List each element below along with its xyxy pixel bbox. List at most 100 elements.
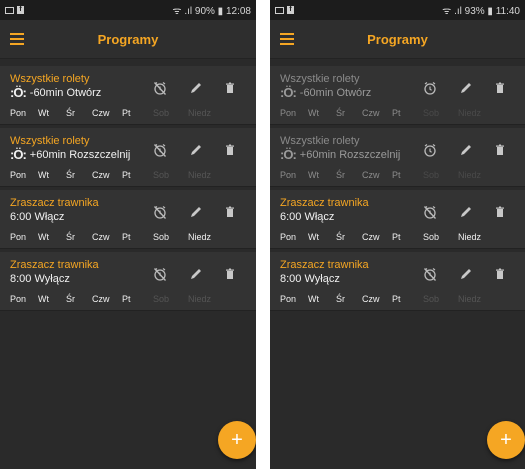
day-label: Sob bbox=[153, 170, 170, 180]
delete-trash-icon[interactable] bbox=[222, 80, 238, 96]
alarm-toggle-icon[interactable] bbox=[422, 80, 438, 96]
alarm-toggle-icon[interactable] bbox=[422, 142, 438, 158]
program-title: Zraszacz trawnika bbox=[10, 197, 99, 209]
program-card[interactable]: Zraszacz trawnika 8:00 Wyłącz Pon Wt Śr Czw Pt… bbox=[270, 252, 525, 311]
program-action-label: 6:00 Włącz bbox=[280, 211, 335, 223]
program-title: Wszystkie rolety bbox=[280, 73, 360, 85]
program-title: Zraszacz trawnika bbox=[10, 259, 99, 271]
day-label: Wt bbox=[308, 108, 319, 118]
day-label: Sob bbox=[153, 294, 170, 304]
program-action-label: 8:00 Wyłącz bbox=[280, 273, 340, 285]
day-label: Wt bbox=[38, 232, 49, 242]
status-bar: f ᯤ .ıl 93% ▮ 11:40 bbox=[270, 0, 525, 20]
edit-pencil-icon[interactable] bbox=[188, 142, 204, 158]
alarm-toggle-icon[interactable] bbox=[152, 204, 168, 220]
day-label: Czw bbox=[92, 108, 110, 118]
day-label: Czw bbox=[92, 294, 110, 304]
day-label: Pt bbox=[392, 294, 401, 304]
program-action: 6:00 Włącz bbox=[10, 211, 64, 223]
status-bar: f ᯤ .ıl 90% ▮ 12:08 bbox=[0, 0, 256, 20]
day-label: Czw bbox=[92, 170, 110, 180]
page-title: Programy bbox=[97, 31, 159, 47]
day-label: Pon bbox=[280, 232, 297, 242]
app-bar: Programy bbox=[0, 20, 256, 59]
edit-pencil-icon[interactable] bbox=[458, 80, 474, 96]
delete-trash-icon[interactable] bbox=[492, 142, 508, 158]
menu-icon[interactable] bbox=[10, 33, 24, 48]
add-program-button[interactable]: + bbox=[487, 421, 525, 459]
program-title: Zraszacz trawnika bbox=[280, 259, 369, 271]
day-label: Sob bbox=[423, 294, 440, 304]
delete-trash-icon[interactable] bbox=[222, 266, 238, 282]
weekday-row: Pon Wt Śr Czw Pt Sob Niedz bbox=[280, 108, 517, 120]
phone-screen-right: f ᯤ .ıl 93% ▮ 11:40 Programy Wszystkie r… bbox=[270, 0, 525, 469]
edit-pencil-icon[interactable] bbox=[458, 204, 474, 220]
weekday-row: Pon Wt Śr Czw Pt Sob Niedz bbox=[280, 232, 517, 244]
program-title: Wszystkie rolety bbox=[10, 135, 90, 147]
day-label: Czw bbox=[92, 232, 110, 242]
day-label: Niedz bbox=[458, 294, 482, 304]
program-action-label: -60min Otwórz bbox=[299, 87, 372, 99]
alarm-toggle-icon[interactable] bbox=[152, 142, 168, 158]
program-card[interactable]: Wszystkie rolety:Ö: -60min Otwórz Pon Wt Śr C… bbox=[0, 66, 256, 125]
program-card[interactable]: Wszystkie rolety:Ö: +60min Rozszczelnij Po… bbox=[0, 128, 256, 187]
edit-pencil-icon[interactable] bbox=[188, 204, 204, 220]
day-label: Czw bbox=[362, 232, 380, 242]
delete-trash-icon[interactable] bbox=[492, 204, 508, 220]
day-label: Pon bbox=[10, 170, 27, 180]
day-label: Pt bbox=[122, 294, 131, 304]
day-label: Pt bbox=[122, 170, 131, 180]
delete-trash-icon[interactable] bbox=[492, 266, 508, 282]
day-label: Pt bbox=[392, 108, 401, 118]
program-card[interactable]: Zraszacz trawnika 6:00 Włącz Pon Wt Śr Czw Pt S… bbox=[270, 190, 525, 249]
weekday-row: Pon Wt Śr Czw Pt Sob Niedz bbox=[10, 108, 248, 120]
day-label: Wt bbox=[38, 294, 49, 304]
delete-trash-icon[interactable] bbox=[492, 80, 508, 96]
day-label: Niedz bbox=[188, 294, 212, 304]
menu-icon[interactable] bbox=[280, 33, 294, 48]
day-label: Pt bbox=[392, 232, 401, 242]
day-label: Wt bbox=[308, 170, 319, 180]
program-action-label: 6:00 Włącz bbox=[10, 211, 65, 223]
delete-trash-icon[interactable] bbox=[222, 204, 238, 220]
program-card[interactable]: Wszystkie rolety:Ö: -60min Otwórz Pon Wt Śr C… bbox=[270, 66, 525, 125]
weekday-row: Pon Wt Śr Czw Pt Sob Niedz bbox=[10, 232, 248, 244]
edit-pencil-icon[interactable] bbox=[188, 80, 204, 96]
facebook-icon: f bbox=[17, 6, 24, 14]
day-label: Niedz bbox=[458, 108, 482, 118]
program-action: 8:00 Wyłącz bbox=[280, 273, 340, 285]
program-title: Zraszacz trawnika bbox=[280, 197, 369, 209]
edit-pencil-icon[interactable] bbox=[458, 266, 474, 282]
day-label: Pon bbox=[280, 294, 297, 304]
day-label: Niedz bbox=[458, 232, 482, 242]
add-program-button[interactable]: + bbox=[218, 421, 256, 459]
day-label: Sob bbox=[423, 170, 440, 180]
program-card[interactable]: Zraszacz trawnika 8:00 Wyłącz Pon Wt Śr Czw Pt… bbox=[0, 252, 256, 311]
day-label: Sob bbox=[153, 108, 170, 118]
program-card[interactable]: Wszystkie rolety:Ö: +60min Rozszczelnij Po… bbox=[270, 128, 525, 187]
alarm-toggle-icon[interactable] bbox=[422, 266, 438, 282]
weekday-row: Pon Wt Śr Czw Pt Sob Niedz bbox=[10, 294, 248, 306]
program-action-label: +60min Rozszczelnij bbox=[29, 149, 131, 161]
program-card[interactable]: Zraszacz trawnika 6:00 Włącz Pon Wt Śr Czw Pt S… bbox=[0, 190, 256, 249]
alarm-toggle-icon[interactable] bbox=[422, 204, 438, 220]
day-label: Pon bbox=[10, 294, 27, 304]
day-label: Pon bbox=[10, 232, 27, 242]
alarm-toggle-icon[interactable] bbox=[152, 80, 168, 96]
page-title: Programy bbox=[367, 31, 428, 47]
day-label: Pon bbox=[280, 170, 297, 180]
alarm-toggle-icon[interactable] bbox=[152, 266, 168, 282]
status-right: ᯤ .ıl 93% ▮ 11:40 bbox=[442, 6, 520, 17]
facebook-icon: f bbox=[287, 6, 294, 14]
program-action-label: 8:00 Wyłącz bbox=[10, 273, 70, 285]
program-action: :Ö: +60min Rozszczelnij bbox=[10, 148, 131, 161]
delete-trash-icon[interactable] bbox=[222, 142, 238, 158]
gallery-icon bbox=[275, 6, 284, 14]
sunset-icon: :Ö: bbox=[280, 147, 297, 162]
edit-pencil-icon[interactable] bbox=[188, 266, 204, 282]
day-label: Niedz bbox=[458, 170, 482, 180]
day-label: Pon bbox=[280, 108, 297, 118]
day-label: Pt bbox=[122, 108, 131, 118]
edit-pencil-icon[interactable] bbox=[458, 142, 474, 158]
day-label: Niedz bbox=[188, 170, 212, 180]
